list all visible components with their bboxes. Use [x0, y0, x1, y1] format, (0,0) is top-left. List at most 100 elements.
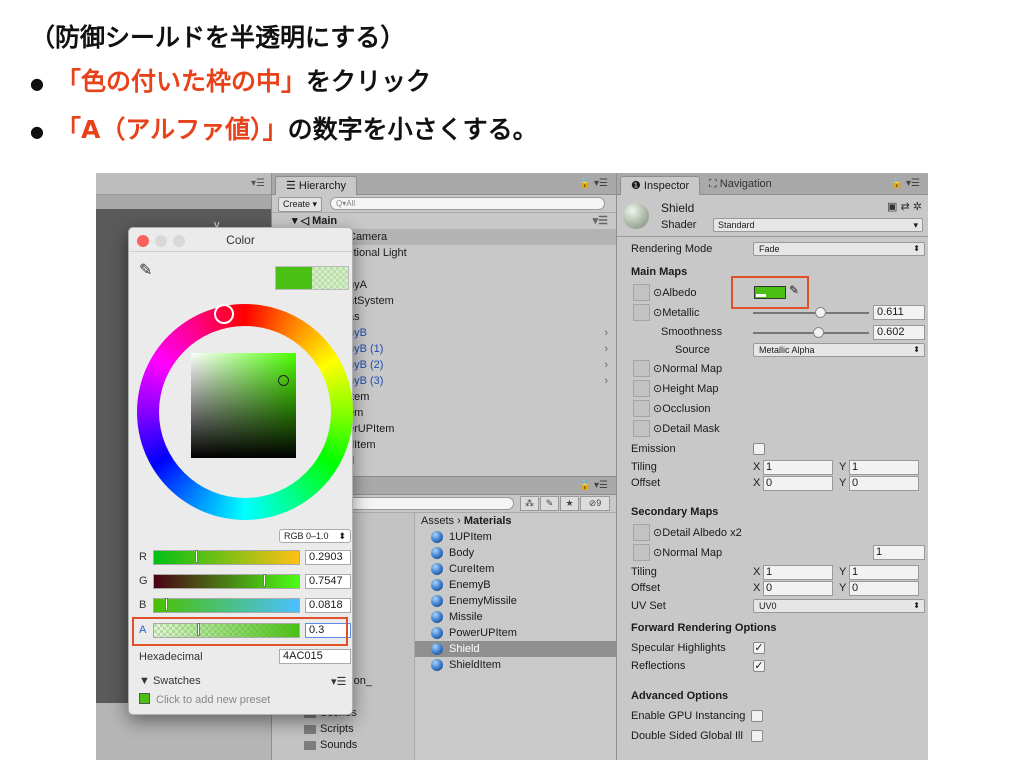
- navigation-tab[interactable]: ⛶ Navigation: [709, 178, 772, 191]
- create-button[interactable]: Create ▾: [278, 197, 323, 212]
- offset2-y-field[interactable]: 0: [849, 581, 919, 596]
- header-icons[interactable]: ▣ ⇄ ✲: [887, 200, 922, 213]
- gpu-instancing-checkbox[interactable]: [751, 710, 763, 722]
- material-sphere-icon: [431, 627, 443, 639]
- green-slider[interactable]: [153, 574, 300, 589]
- detail-albedo-slot[interactable]: [633, 524, 650, 541]
- specular-checkbox[interactable]: ✓: [753, 642, 765, 654]
- hierarchy-item-label: nyB (1): [348, 343, 384, 355]
- metallic-slider-knob[interactable]: [815, 307, 826, 318]
- tiling-x-field[interactable]: 1: [763, 460, 833, 475]
- panel-menu-icon[interactable]: ▾☰: [251, 178, 265, 189]
- material-asset[interactable]: PowerUPItem: [415, 625, 617, 641]
- add-preset[interactable]: Click to add new preset: [139, 693, 270, 706]
- specular-row: Specular Highlights ✓: [617, 640, 928, 658]
- material-asset[interactable]: EnemyB: [415, 577, 617, 593]
- folder-icon: [304, 741, 316, 750]
- color-mode-dropdown[interactable]: RGB 0–1.0 ⬍: [279, 529, 351, 543]
- normal-scale-field[interactable]: 1: [873, 545, 925, 560]
- advanced-heading: Advanced Options: [631, 690, 729, 702]
- folder-item[interactable]: Scripts: [272, 721, 414, 737]
- metallic-slider[interactable]: [753, 312, 869, 314]
- inspector-tab[interactable]: ❶ Inspector: [620, 176, 701, 195]
- breadcrumb-materials[interactable]: Materials: [464, 515, 512, 527]
- red-slider[interactable]: [153, 550, 300, 565]
- favorite-star-icon[interactable]: ★: [560, 496, 579, 511]
- hidden-count-badge[interactable]: ⊘9: [580, 496, 610, 511]
- material-asset[interactable]: Body: [415, 545, 617, 561]
- blue-slider[interactable]: [153, 598, 300, 613]
- swatches-header[interactable]: ▼ Swatches ▾☰: [139, 675, 346, 688]
- normal-map-slot[interactable]: [633, 360, 650, 377]
- offset-x-field[interactable]: 0: [763, 476, 833, 491]
- folder-item[interactable]: Sounds: [272, 737, 414, 753]
- hierarchy-tab[interactable]: ☰ Hierarchy: [275, 176, 357, 195]
- shader-dropdown[interactable]: Standard ▾: [713, 218, 923, 232]
- lock-menu-icon[interactable]: 🔒 ▾☰: [579, 178, 608, 189]
- metallic-value-field[interactable]: 0.611: [873, 305, 925, 320]
- gpu-instancing-row: Enable GPU Instancing: [617, 708, 928, 726]
- blue-channel-row: B 0.0818: [137, 596, 352, 616]
- secondary-normal-slot[interactable]: [633, 544, 650, 561]
- red-value-field[interactable]: 0.2903: [305, 550, 351, 565]
- source-dropdown[interactable]: Metallic Alpha ⬍: [753, 343, 925, 357]
- green-slider-thumb[interactable]: [263, 574, 266, 587]
- filter-type-icon[interactable]: ⁂: [520, 496, 539, 511]
- swatches-menu-icon[interactable]: ▾☰: [331, 675, 346, 688]
- smoothness-slider-knob[interactable]: [813, 327, 824, 338]
- material-asset[interactable]: Missile: [415, 609, 617, 625]
- tiling-y-field[interactable]: 1: [849, 460, 919, 475]
- offset-y-field[interactable]: 0: [849, 476, 919, 491]
- project-menu-icon[interactable]: 🔒 ▾☰: [579, 480, 608, 491]
- preset-swatch[interactable]: [139, 693, 150, 704]
- blue-slider-thumb[interactable]: [165, 598, 168, 611]
- specular-label: Specular Highlights: [631, 642, 726, 654]
- material-asset[interactable]: ShieldItem: [415, 657, 617, 673]
- blue-value-field[interactable]: 0.0818: [305, 598, 351, 613]
- chevron-right-icon[interactable]: ›: [604, 373, 608, 389]
- smoothness-value-field[interactable]: 0.602: [873, 325, 925, 340]
- chevron-right-icon[interactable]: ›: [604, 325, 608, 341]
- detail-mask-slot[interactable]: [633, 420, 650, 437]
- green-value-field[interactable]: 0.7547: [305, 574, 351, 589]
- scene-menu-icon[interactable]: ▾☰: [593, 213, 608, 229]
- material-asset[interactable]: 1UPItem: [415, 529, 617, 545]
- scene-tab[interactable]: ▾☰: [96, 173, 271, 195]
- albedo-texture-slot[interactable]: [633, 284, 650, 301]
- uv-set-dropdown[interactable]: UV0 ⬍: [753, 599, 925, 613]
- material-sphere-icon: [431, 531, 443, 543]
- double-sided-checkbox[interactable]: [751, 730, 763, 742]
- sv-marker[interactable]: [278, 375, 289, 386]
- bullet-2: ● 「A（アルファ値）」の数字を小さくする。: [30, 110, 538, 146]
- filter-label-icon[interactable]: ✎: [540, 496, 559, 511]
- tiling2-y-field[interactable]: 1: [849, 565, 919, 580]
- material-asset[interactable]: Shield: [415, 641, 617, 657]
- breadcrumb-assets[interactable]: Assets: [421, 515, 454, 527]
- reflections-checkbox[interactable]: ✓: [753, 660, 765, 672]
- eyedropper-icon[interactable]: ✎: [139, 260, 152, 280]
- material-asset-label: ShieldItem: [449, 659, 501, 671]
- height-map-slot[interactable]: [633, 380, 650, 397]
- smoothness-slider[interactable]: [753, 332, 869, 334]
- y-label: Y: [839, 461, 847, 473]
- offset-label: Offset: [631, 477, 661, 489]
- red-slider-thumb[interactable]: [195, 550, 198, 563]
- material-asset[interactable]: CureItem: [415, 561, 617, 577]
- metallic-texture-slot[interactable]: [633, 304, 650, 321]
- chevron-right-icon[interactable]: ›: [604, 341, 608, 357]
- detail-albedo-row: ⊙Detail Albedo x2: [617, 524, 928, 542]
- hierarchy-search-input[interactable]: Q▾All: [330, 197, 605, 210]
- uv-set-row: UV Set UV0 ⬍: [617, 598, 928, 616]
- rendering-mode-dropdown[interactable]: Fade ⬍: [753, 242, 925, 256]
- material-asset[interactable]: EnemyMissile: [415, 593, 617, 609]
- chevron-right-icon[interactable]: ›: [604, 357, 608, 373]
- saturation-value-square[interactable]: [191, 353, 296, 458]
- tiling2-x-field[interactable]: 1: [763, 565, 833, 580]
- hue-marker[interactable]: [214, 304, 234, 324]
- hex-value-field[interactable]: 4AC015: [279, 649, 351, 664]
- inspector-menu-icon[interactable]: 🔒 ▾☰: [891, 178, 920, 189]
- secondary-maps-heading: Secondary Maps: [631, 506, 719, 518]
- emission-checkbox[interactable]: [753, 443, 765, 455]
- offset2-x-field[interactable]: 0: [763, 581, 833, 596]
- occlusion-slot[interactable]: [633, 400, 650, 417]
